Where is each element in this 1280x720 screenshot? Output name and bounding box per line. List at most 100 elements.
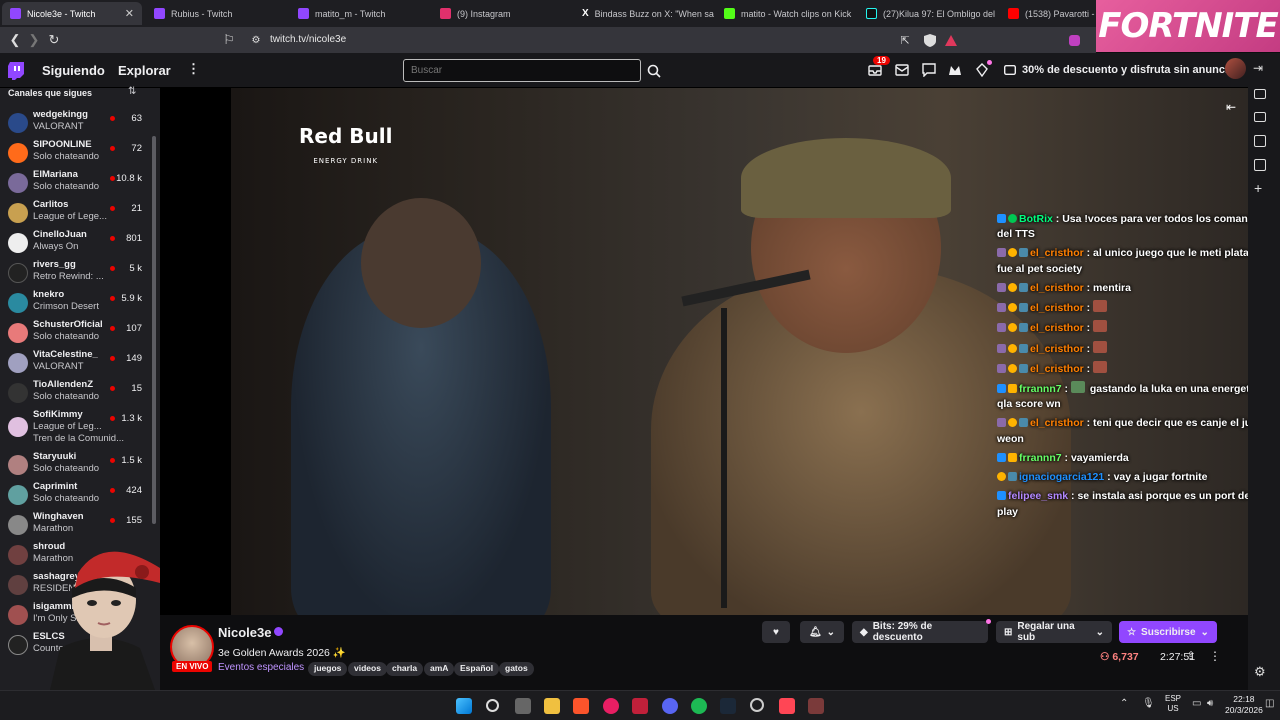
sidebar-item-wedgekingg[interactable]: wedgekingg VALORANT 63	[0, 108, 152, 138]
sidebar-item-schusteroficial[interactable]: SchusterOficial Solo chateando 107	[0, 318, 152, 348]
tag-videos[interactable]: videos	[348, 662, 387, 676]
sidebar-item-cinellojuan[interactable]: CinelloJuan Always On 801	[0, 228, 152, 258]
sidebar-item-carlitos[interactable]: Carlitos League of Lege... 21	[0, 198, 152, 228]
chat-username[interactable]: el_cristhor	[1030, 363, 1084, 375]
tag-juegos[interactable]: juegos	[308, 662, 348, 676]
inbox-icon[interactable]: 19	[868, 56, 890, 77]
tab-matito-m[interactable]: matito_m - Twitch	[290, 2, 430, 25]
site-info-icon[interactable]: ⚙	[246, 30, 266, 50]
app-game-icon[interactable]	[808, 698, 824, 714]
sidebar-item-caprimint[interactable]: Caprimint Solo chateando 424	[0, 480, 152, 510]
chat-username[interactable]: el_cristhor	[1030, 322, 1084, 334]
back-icon[interactable]: ❮	[5, 30, 25, 50]
forward-icon[interactable]: ❯	[24, 30, 44, 50]
chat-username[interactable]: el_cristhor	[1030, 282, 1084, 294]
sidebar-item-elmariana[interactable]: ElMariana Solo chateando 10.8 k	[0, 168, 152, 198]
sidebar-item-vitacelestine[interactable]: VitaCelestine_ VALORANT 149	[0, 348, 152, 378]
reload-icon[interactable]: ↻	[44, 30, 64, 50]
media-player-icon[interactable]	[603, 698, 619, 714]
sort-icon[interactable]: ⇅	[128, 86, 136, 97]
language-indicator[interactable]: ESP US	[1165, 694, 1181, 715]
nav-following[interactable]: Siguiendo	[42, 63, 105, 78]
search-button[interactable]	[643, 59, 664, 82]
steam-icon[interactable]	[720, 698, 736, 714]
network-icon[interactable]: ▭	[1192, 698, 1201, 709]
microphone-icon[interactable]: 🎙︎	[1142, 698, 1155, 709]
gift-sub-button[interactable]: ⊞ Regalar una sub ⌄	[996, 621, 1112, 643]
chat-username[interactable]: el_cristhor	[1030, 247, 1084, 259]
tray-chevron-icon[interactable]: ⌃	[1120, 698, 1128, 709]
chat-username[interactable]: BotRix	[1019, 213, 1053, 225]
brave-browser-icon[interactable]	[573, 698, 589, 714]
add-icon[interactable]: +	[1254, 180, 1262, 196]
ad-free-promo[interactable]: 30% de descuento y disfruta sin anuncios	[1004, 64, 1241, 76]
tag-ama[interactable]: amA	[424, 662, 455, 676]
url-field[interactable]: twitch.tv/nicole3e	[270, 34, 346, 45]
spotify-icon[interactable]	[691, 698, 707, 714]
tag-gatos[interactable]: gatos	[499, 662, 534, 676]
chat-username[interactable]: el_cristhor	[1030, 343, 1084, 355]
whispers-icon[interactable]	[922, 63, 936, 78]
twitch-logo-icon[interactable]	[8, 62, 24, 85]
clip-icon[interactable]	[1254, 112, 1266, 122]
mail-icon[interactable]	[895, 63, 909, 77]
windows-start-icon[interactable]	[456, 698, 472, 714]
discord-icon[interactable]	[662, 698, 678, 714]
volume-icon[interactable]: 🔊︎	[1207, 698, 1213, 709]
tab-youtube[interactable]: (1538) Pavarotti -	[1000, 2, 1096, 25]
more-options-icon[interactable]: ⋮	[1209, 649, 1221, 663]
search-icon[interactable]	[486, 699, 499, 712]
file-explorer-icon[interactable]	[544, 698, 560, 714]
sidebar-item-sipoonline[interactable]: SIPOONLINE Solo chateando 72	[0, 138, 152, 168]
tab-nicole3e[interactable]: Nicole3e - Twitch ✕	[2, 2, 142, 25]
obs-icon[interactable]	[750, 698, 764, 712]
more-menu-icon[interactable]: ⋮	[187, 61, 200, 77]
chat-username[interactable]: el_cristhor	[1030, 417, 1084, 429]
fortnite-ad-banner[interactable]: FORTNITE	[1096, 0, 1280, 52]
tab-instagram[interactable]: (9) Instagram	[432, 2, 572, 25]
task-view-icon[interactable]	[515, 698, 531, 714]
sidebar-item-staryuuki[interactable]: Staryuuki Solo chateando 1.5 k	[0, 450, 152, 480]
brave-shield-icon[interactable]	[920, 30, 940, 50]
notifications-icon[interactable]: ◫	[1265, 698, 1274, 709]
brave-rewards-icon[interactable]	[941, 30, 961, 50]
chat-username[interactable]: el_cristhor	[1030, 302, 1084, 314]
close-icon[interactable]: ✕	[125, 7, 134, 20]
sidebar-item-rivers-gg[interactable]: rivers_gg Retro Rewind: ... 5 k	[0, 258, 152, 288]
share-icon[interactable]: ⇪	[1186, 649, 1196, 663]
share-icon[interactable]: ⇱	[895, 30, 915, 50]
extension-icon[interactable]	[1064, 30, 1084, 50]
tab-kick[interactable]: matito - Watch clips on Kick	[716, 2, 856, 25]
calendar-icon[interactable]	[1254, 135, 1266, 147]
chat-username[interactable]: ignaciogarcia121	[1019, 471, 1104, 483]
expand-icon[interactable]: ⇥	[1253, 61, 1263, 75]
system-clock[interactable]: 22:18 20/3/2026	[1225, 694, 1263, 716]
bits-discount-button[interactable]: ◆ Bits: 29% de descuento	[852, 621, 988, 643]
prime-crown-icon[interactable]	[948, 63, 962, 77]
collapse-chat-icon[interactable]: ⇤	[1226, 100, 1236, 114]
nav-explore[interactable]: Explorar	[118, 63, 171, 78]
tab-rubius[interactable]: Rubius - Twitch	[146, 2, 286, 25]
notification-bell-button[interactable]: 🔔︎ ⌄	[800, 621, 844, 643]
sidebar-item-knekro[interactable]: knekro Crimson Desert 5.9 k	[0, 288, 152, 318]
app-a-icon[interactable]	[632, 698, 648, 714]
video-player[interactable]: Red Bull ENERGY DRINK ⇤ BotRix : Usa !vo…	[160, 88, 1248, 615]
theatre-mode-icon[interactable]	[1254, 89, 1266, 99]
sidebar-item-sofikimmy[interactable]: SofiKimmy League of Leg... 1.3 k Tren de la…	[0, 408, 152, 446]
settings-gear-icon[interactable]: ⚙	[1254, 664, 1266, 680]
sidebar-scrollbar[interactable]	[152, 136, 156, 524]
tag-espanol[interactable]: Español	[454, 662, 500, 676]
subscribe-button[interactable]: ☆ Suscribirse ⌄	[1119, 621, 1217, 643]
bits-icon[interactable]	[975, 60, 992, 78]
valorant-icon[interactable]	[779, 698, 795, 714]
chat-username[interactable]: frrannn7	[1019, 452, 1062, 464]
user-avatar[interactable]	[1225, 58, 1246, 79]
stream-category[interactable]: Eventos especiales	[218, 662, 304, 673]
bookmark-icon[interactable]: ⚐	[219, 30, 239, 50]
book-icon[interactable]	[1254, 159, 1266, 171]
tab-tiktok[interactable]: (27)Kilua 97: El Ombligo del E	[858, 2, 998, 25]
chat-username[interactable]: frrannn7	[1019, 383, 1062, 395]
search-input[interactable]	[403, 59, 641, 82]
follow-heart-button[interactable]: ♥	[762, 621, 790, 643]
streamer-name[interactable]: Nicole3e	[218, 625, 271, 640]
